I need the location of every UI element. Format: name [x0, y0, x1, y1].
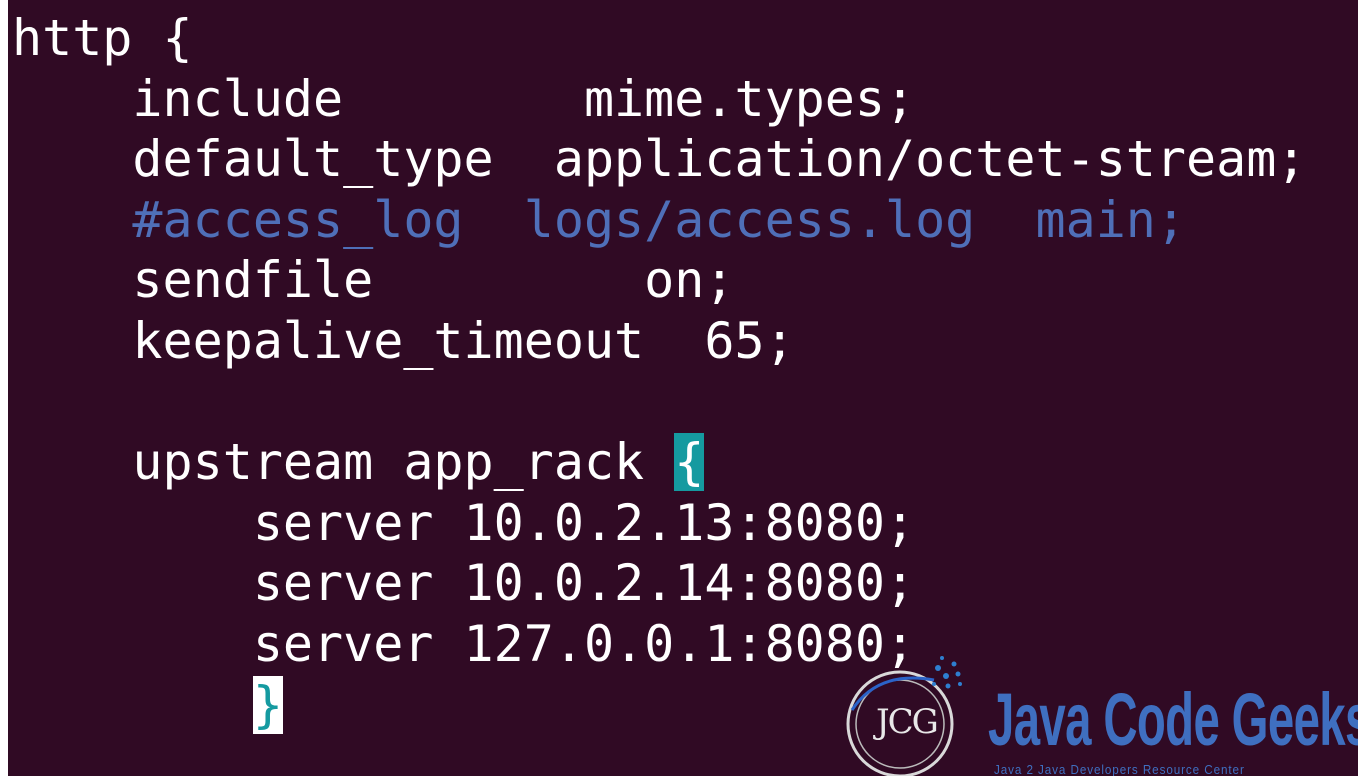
- code-line-10: server 10.0.2.14:8080;: [12, 553, 1306, 614]
- text-cursor[interactable]: }: [252, 675, 283, 734]
- code-line-8: upstream app_rack {: [12, 432, 1306, 493]
- code-line-5: sendfile on;: [12, 250, 1306, 311]
- terminal-window[interactable]: http { include mime.types; default_type …: [8, 0, 1358, 776]
- code-text: upstream app_rack: [12, 433, 675, 492]
- code-line-1: http {: [12, 8, 1306, 69]
- code-view[interactable]: http { include mime.types; default_type …: [12, 8, 1306, 735]
- comment-text: #access_log logs/access.log main;: [12, 190, 1186, 249]
- code-text: keepalive_timeout 65;: [12, 311, 795, 370]
- code-text: http {: [12, 9, 193, 67]
- code-line-4: #access_log logs/access.log main;: [12, 190, 1306, 251]
- jcg-logo-text: JCG: [876, 702, 939, 742]
- brand-tagline: Java 2 Java Developers Resource Center: [994, 762, 1245, 776]
- code-line-9: server 10.0.2.13:8080;: [12, 493, 1306, 554]
- code-text: server 10.0.2.13:8080;: [12, 493, 916, 552]
- brand-name: Java Code Geeks: [988, 678, 1358, 761]
- code-line-3: default_type application/octet-stream;: [12, 129, 1306, 190]
- code-line-6: keepalive_timeout 65;: [12, 311, 1306, 372]
- watermark: JCG Java Code Geeks Java 2 Java Develope…: [838, 650, 1358, 776]
- code-line-2: include mime.types;: [12, 69, 1306, 130]
- code-text: sendfile on;: [12, 251, 735, 310]
- code-text: include mime.types;: [12, 69, 916, 128]
- code-text: server 127.0.0.1:8080;: [12, 614, 916, 673]
- matched-brace-highlight: {: [674, 433, 705, 492]
- code-text: default_type application/octet-stream;: [12, 130, 1307, 189]
- code-text: server 10.0.2.14:8080;: [12, 554, 916, 613]
